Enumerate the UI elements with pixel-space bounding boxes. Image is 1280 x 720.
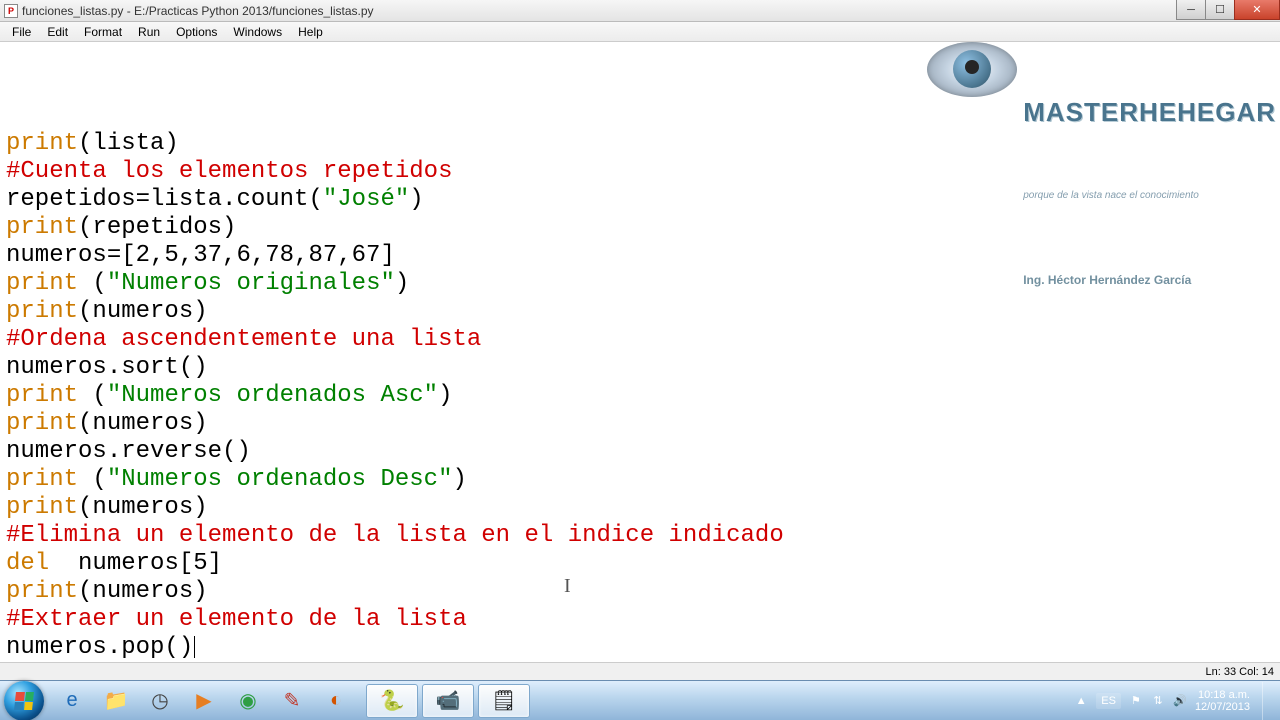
network-icon[interactable]: ⇅: [1151, 694, 1165, 708]
code-line: numeros.pop(): [6, 634, 1274, 662]
taskbar: e📁◷▶◉✎◐ 🐍📹🗒 ▲ ES ⚑ ⇅ 🔊 10:18 a.m. 12/07/…: [0, 680, 1280, 720]
text-cursor-icon: I: [564, 572, 571, 600]
text-caret: [194, 636, 195, 658]
clock-time: 10:18 a.m.: [1195, 689, 1250, 701]
pdf-icon[interactable]: ✎: [270, 684, 314, 718]
menu-format[interactable]: Format: [76, 23, 130, 41]
maximize-button[interactable]: ☐: [1205, 0, 1235, 20]
minimize-button[interactable]: ─: [1176, 0, 1206, 20]
menu-edit[interactable]: Edit: [39, 23, 76, 41]
clock-date: 12/07/2013: [1195, 701, 1250, 713]
code-line: #Ordena ascendentemente una lista: [6, 326, 1274, 354]
clock[interactable]: 10:18 a.m. 12/07/2013: [1195, 689, 1250, 713]
cursor-position: Ln: 33 Col: 14: [1206, 666, 1275, 678]
close-button[interactable]: ✕: [1234, 0, 1280, 20]
menu-windows[interactable]: Windows: [225, 23, 290, 41]
code-line: numeros.sort(): [6, 354, 1274, 382]
code-line: print(numeros): [6, 298, 1274, 326]
idle-icon[interactable]: 🐍: [366, 684, 418, 718]
menu-help[interactable]: Help: [290, 23, 331, 41]
code-line: print(repetidos): [6, 214, 1274, 242]
chrome-icon[interactable]: ◉: [226, 684, 270, 718]
code-line: print ("Numeros ordenados Asc"): [6, 382, 1274, 410]
code-line: numeros=[2,5,37,6,78,87,67]: [6, 242, 1274, 270]
eye-icon: [927, 42, 1017, 97]
start-button[interactable]: [4, 681, 44, 720]
show-desktop-button[interactable]: [1262, 682, 1272, 720]
code-editor[interactable]: MASTERHEHEGAR porque de la vista nace el…: [0, 42, 1280, 662]
code-line: print(numeros): [6, 410, 1274, 438]
system-tray: ▲ ES ⚑ ⇅ 🔊 10:18 a.m. 12/07/2013: [1074, 682, 1276, 720]
window-title: funciones_listas.py - E:/Practicas Pytho…: [22, 4, 374, 18]
watermark-title: MASTERHEHEGAR: [1023, 98, 1276, 126]
menu-bar: FileEditFormatRunOptionsWindowsHelp: [0, 22, 1280, 42]
volume-icon[interactable]: 🔊: [1173, 694, 1187, 708]
code-line: del numeros[5]: [6, 550, 1274, 578]
app-icon: P: [4, 4, 18, 18]
tray-expand-icon[interactable]: ▲: [1074, 694, 1088, 708]
language-indicator[interactable]: ES: [1096, 693, 1121, 709]
status-bar: Ln: 33 Col: 14: [0, 662, 1280, 680]
code-line: repetidos=lista.count("José"): [6, 186, 1274, 214]
code-line: print(numeros): [6, 494, 1274, 522]
windows-logo-icon: [14, 692, 34, 710]
ie-icon[interactable]: e: [50, 684, 94, 718]
notes-icon[interactable]: 🗒: [478, 684, 530, 718]
code-line: numeros.reverse(): [6, 438, 1274, 466]
firefox-icon[interactable]: ◐: [314, 684, 358, 718]
menu-options[interactable]: Options: [168, 23, 225, 41]
code-line: print(lista): [6, 130, 1274, 158]
camtasia-icon[interactable]: 📹: [422, 684, 474, 718]
window-titlebar: P funciones_listas.py - E:/Practicas Pyt…: [0, 0, 1280, 22]
code-line: print ("Numeros ordenados Desc"): [6, 466, 1274, 494]
code-line: print ("Numeros originales"): [6, 270, 1274, 298]
code-line: print(numeros): [6, 578, 1274, 606]
menu-file[interactable]: File: [4, 23, 39, 41]
code-line: #Elimina un elemento de la lista en el i…: [6, 522, 1274, 550]
clock-icon[interactable]: ◷: [138, 684, 182, 718]
code-line: #Cuenta los elementos repetidos: [6, 158, 1274, 186]
action-center-icon[interactable]: ⚑: [1129, 694, 1143, 708]
menu-run[interactable]: Run: [130, 23, 168, 41]
explorer-icon[interactable]: 📁: [94, 684, 138, 718]
code-line: #Extraer un elemento de la lista: [6, 606, 1274, 634]
media-player-icon[interactable]: ▶: [182, 684, 226, 718]
